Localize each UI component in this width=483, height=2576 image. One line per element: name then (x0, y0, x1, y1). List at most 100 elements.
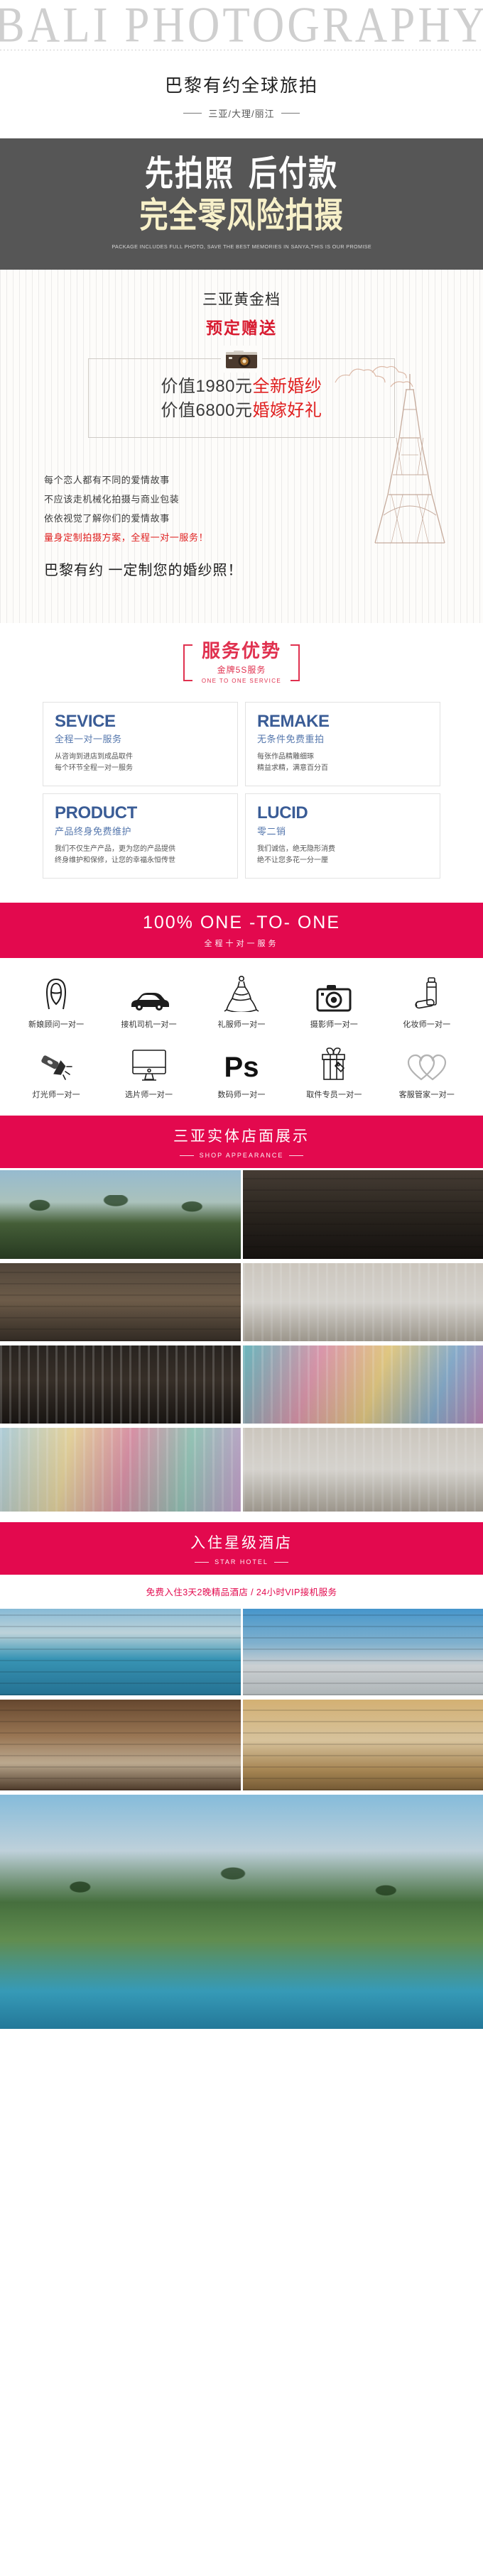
service-item-photographer: 摄影师一对一 (288, 975, 380, 1030)
advantage-desc-line: 我们诚信，绝无隐形消费 (257, 844, 335, 853)
hero-english-tagline: PACKAGE INCLUDES FULL PHOTO, SAVE THE BE… (112, 244, 371, 250)
hotel-title: 入住星级酒店 (190, 1535, 293, 1552)
service-item-bride: 新娘顾问一对一 (10, 975, 102, 1030)
advantage-card-sevice: SEVICE 全程一对一服务 从咨询到进店到成品取件 每个环节全程一对一服务 (43, 701, 238, 787)
store-photo-grid-2 (0, 1261, 483, 1343)
price-amount: 价值1980元 (161, 377, 253, 396)
eiffel-tower-decoration (374, 374, 445, 544)
store-photo-grid-1 (0, 1168, 483, 1261)
service-item-selector: 选片师一对一 (102, 1045, 195, 1100)
flashlight-icon (38, 1045, 75, 1082)
hotel-exterior-photo (242, 1609, 483, 1696)
store-english: SHOP APPEARANCE (180, 1152, 304, 1159)
advantage-card-desc: 我们不仅生产产品，更为您的产品提供 终身维护和保修，让您的幸福永恒传世 (55, 844, 226, 866)
camera-icon (316, 975, 352, 1012)
service-icon-row-2: 灯光师一对一 选片师一对一 Ps 数码师一对一 取件专员一对一 客服管家一对一 (10, 1045, 473, 1100)
service-item-concierge: 客服管家一对一 (381, 1045, 473, 1100)
advantage-bracket-group: 服务优势 金牌5S服务 ONE TO ONE SERVICE (183, 640, 300, 684)
hero-headline-line1: 先拍照 后付款 (145, 155, 338, 194)
service-item-driver: 接机司机一对一 (102, 975, 195, 1030)
bracket-right-icon (291, 644, 300, 681)
advantage-desc-line: 从咨询到进店到成品取件 (55, 753, 133, 761)
storefront-palms-photo (0, 1170, 241, 1260)
advantage-card-cn: 产品终身免费维护 (55, 825, 132, 837)
brand-wordmark: BALI PHOTOGRAPHY (0, 0, 483, 50)
advantage-title-group: 服务优势 金牌5S服务 ONE TO ONE SERVICE (201, 640, 282, 684)
service-item-dresser: 礼服师一对一 (195, 975, 288, 1030)
advantage-card-lucid: LUCID 零二销 我们诚信，绝无隐形消费 绝不让您多花一分一厘 (245, 793, 440, 879)
price-item: 全新婚纱 (252, 377, 322, 396)
advantage-card-grid: SEVICE 全程一对一服务 从咨询到进店到成品取件 每个环节全程一对一服务 R… (43, 701, 440, 879)
store-photo-grid-3 (0, 1343, 483, 1426)
advantage-english: ONE TO ONE SERVICE (201, 677, 282, 684)
advantage-card-product: PRODUCT 产品终身免费维护 我们不仅生产产品，更为您的产品提供 终身维护和… (43, 793, 238, 879)
monitor-icon (130, 1045, 168, 1082)
store-interior-dark-photo (242, 1170, 483, 1260)
bracket-left-icon (183, 644, 192, 681)
advantage-desc-line: 每个环节全程一对一服务 (55, 764, 133, 773)
advantage-card-desc: 从咨询到进店到成品取件 每个环节全程一对一服务 (55, 752, 226, 774)
gift-icon (316, 1045, 352, 1082)
hero-headline-part-b: 后付款 (249, 154, 338, 194)
price-line: 价值6800元婚嫁好礼 (89, 399, 394, 423)
masthead: BALI PHOTOGRAPHY (0, 0, 483, 50)
dress-rack-white-photo (242, 1263, 483, 1342)
advantage-desc-line: 我们不仅生产产品，更为您的产品提供 (55, 844, 175, 853)
advantage-desc-line: 精益求精，满意百分百 (257, 764, 328, 773)
store-section-header: 三亚实体店面展示 SHOP APPEARANCE (0, 1116, 483, 1169)
advantage-card-desc: 每张作品精雕细琢 精益求精，满意百分百 (257, 752, 428, 774)
hero-headline-part-a: 先拍照 (145, 154, 234, 194)
hotel-room-photo (0, 1700, 241, 1791)
advantage-title: 服务优势 (201, 640, 281, 662)
gift-section: 三亚黄金档 预定赠送 价值1980元全新婚纱 价值6800元婚嫁好礼 每个恋人都… (0, 270, 483, 623)
one-to-one-english: 100% ONE -TO- ONE (142, 912, 341, 932)
service-item-label: 数码师一对一 (217, 1091, 266, 1100)
dress-rack-color-photo (242, 1345, 483, 1424)
gift-subheading: 预定赠送 (206, 319, 277, 337)
gown-icon (222, 975, 261, 1013)
bathroom-photo (242, 1700, 483, 1791)
price-amount: 价值6800元 (161, 401, 253, 421)
service-icon-row-1: 新娘顾问一对一 接机司机一对一 礼服师一对一 摄影师一对一 化妆师一对一 (10, 975, 473, 1030)
page-title: 巴黎有约全球旅拍 (164, 76, 318, 96)
story-tagline: 巴黎有约 一定制您的婚纱照！ (44, 563, 243, 579)
hotel-section-header: 入住星级酒店 STAR HOTEL (0, 1522, 483, 1575)
advantage-desc-line: 终身维护和保修，让您的幸福永恒传世 (55, 856, 175, 864)
store-title: 三亚实体店面展示 (173, 1128, 310, 1145)
hotel-photo-grid-2 (0, 1697, 483, 1793)
dress-wall-color-photo (0, 1428, 241, 1512)
story-section: 每个恋人都有不同的爱情故事 不应该走机械化拍摄与商业包装 依依视觉了解你们的爱情… (0, 366, 483, 616)
svg-text:Ps: Ps (224, 1052, 259, 1082)
advantage-card-en: LUCID (257, 803, 308, 823)
service-item-pickup: 取件专员一对一 (288, 1045, 380, 1100)
one-to-one-band: 100% ONE -TO- ONE 全程十对一服务 (0, 903, 483, 959)
bride-icon (40, 975, 72, 1012)
hotel-photo-grid-1 (0, 1607, 483, 1697)
service-item-retoucher: Ps 数码师一对一 (195, 1045, 288, 1100)
service-item-label: 取件专员一对一 (306, 1091, 362, 1100)
advantage-card-desc: 我们诚信，绝无隐形消费 绝不让您多花一分一厘 (257, 844, 428, 866)
gift-heading: 三亚黄金档 (202, 292, 281, 308)
hotel-photo-grid-3 (0, 1793, 483, 2031)
service-item-makeup: 化妆师一对一 (381, 975, 473, 1030)
service-item-lighting: 灯光师一对一 (10, 1045, 102, 1100)
camera-icon (221, 346, 262, 373)
store-display-photo (0, 1263, 241, 1342)
service-item-label: 礼服师一对一 (217, 1020, 266, 1030)
hotel-note: 免费入住3天2晚精品酒店 / 24小时VIP接机服务 (146, 1587, 337, 1598)
advantage-card-en: PRODUCT (55, 803, 137, 823)
hero-headline-line2: 完全零风险拍摄 (139, 195, 344, 236)
photoshop-icon: Ps (222, 1045, 261, 1082)
hotel-english: STAR HOTEL (195, 1558, 288, 1565)
advantage-card-remake: REMAKE 无条件免费重拍 每张作品精雕细琢 精益求精，满意百分百 (245, 701, 440, 787)
dress-wall-pastel-photo (242, 1428, 483, 1512)
service-item-label: 接机司机一对一 (121, 1020, 177, 1030)
pool-lounge-photo (0, 1609, 241, 1696)
one-to-one-chinese: 全程十对一服务 (204, 939, 279, 948)
advantage-desc-line: 绝不让您多花一分一厘 (257, 856, 328, 864)
advantage-subtitle: 金牌5S服务 (217, 664, 266, 675)
service-item-label: 化妆师一对一 (403, 1020, 451, 1030)
service-item-label: 选片师一对一 (124, 1091, 173, 1100)
service-item-label: 摄影师一对一 (310, 1020, 358, 1030)
beach-resort-photo (0, 1795, 483, 2030)
